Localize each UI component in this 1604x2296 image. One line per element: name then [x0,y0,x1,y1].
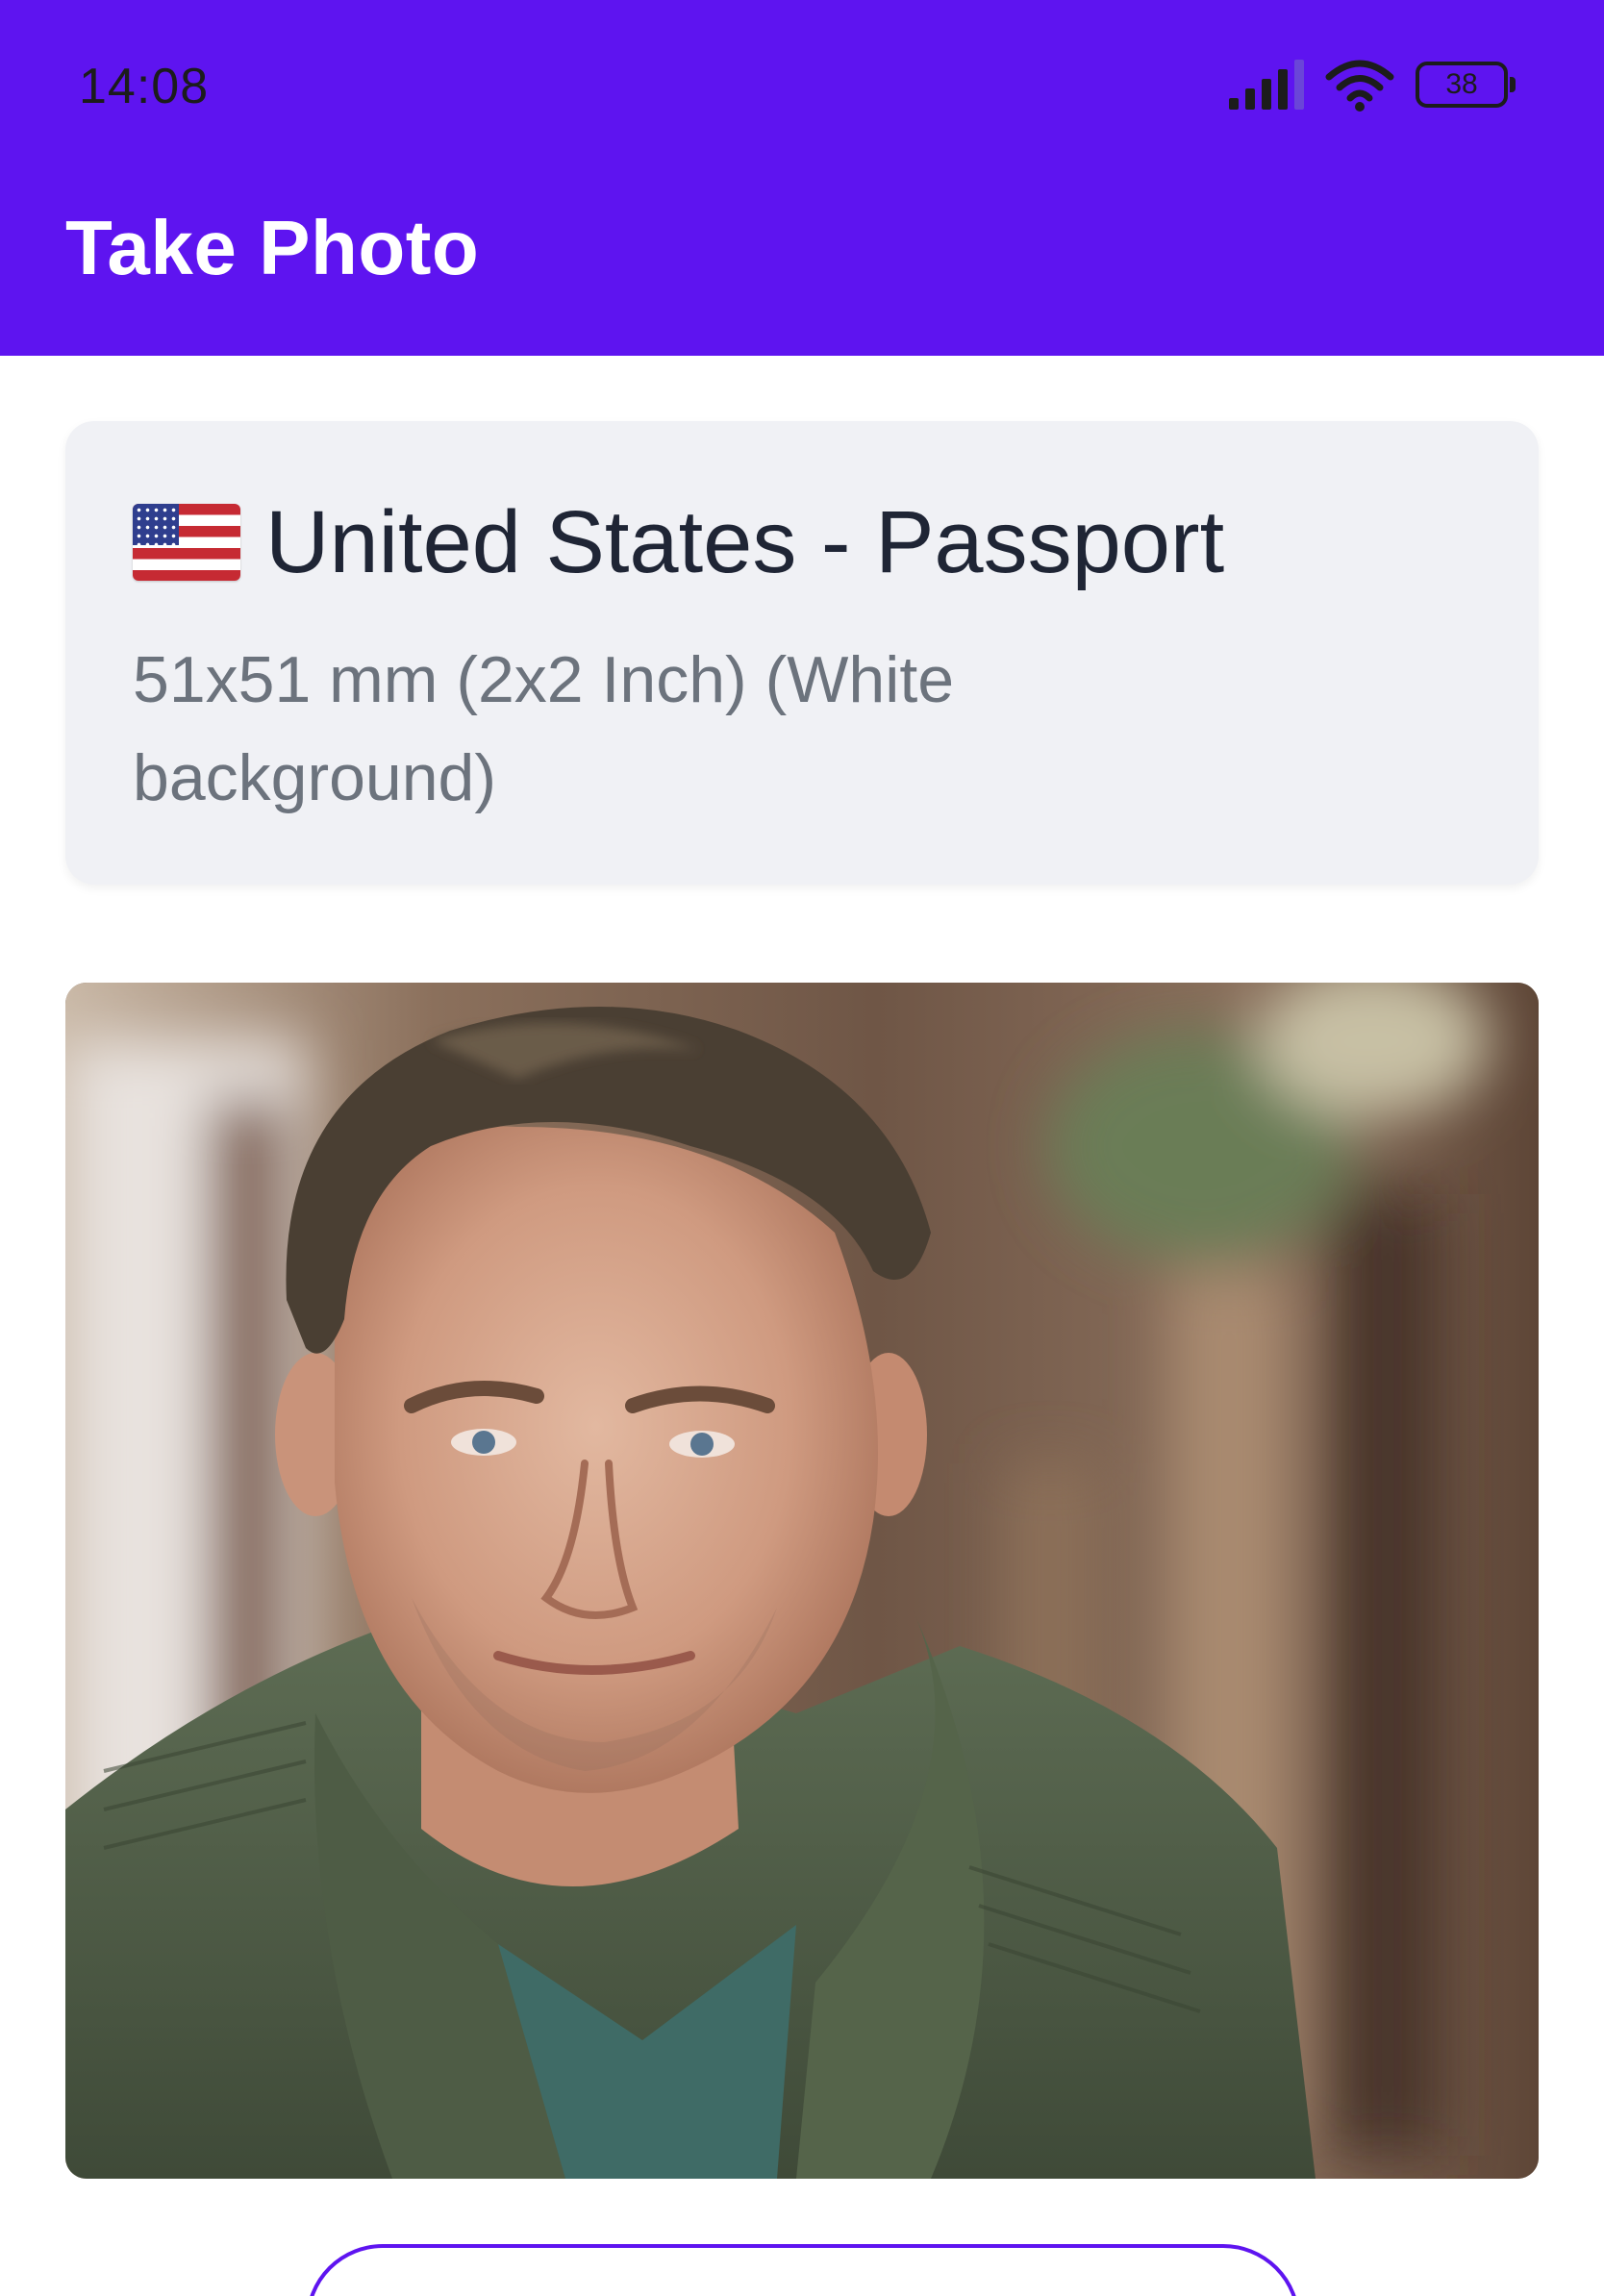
page-title: Take Photo [65,205,480,290]
portrait-photo[interactable] [65,983,1539,2179]
wifi-icon [1325,60,1394,112]
action-button[interactable] [306,2244,1300,2296]
us-flag-icon [133,504,240,581]
status-time: 14:08 [79,59,210,114]
battery-level: 38 [1445,68,1478,100]
battery-icon: 38 [1416,62,1516,108]
signal-icon [1229,60,1304,110]
document-type-card[interactable]: United States - Passport 51x51 mm (2x2 I… [65,421,1539,885]
status-icons: 38 [1229,56,1516,113]
document-title-row: United States - Passport [133,498,1224,586]
app-header: 14:08 38 Take Photo [0,0,1604,356]
document-title: United States - Passport [265,493,1225,591]
take-photo-screen: 14:08 38 Take Photo United States - Pass… [0,0,1604,2296]
portrait-photo-illustration [65,983,1539,2179]
document-size: 51x51 mm (2x2 Inch) (White background) [133,643,955,814]
